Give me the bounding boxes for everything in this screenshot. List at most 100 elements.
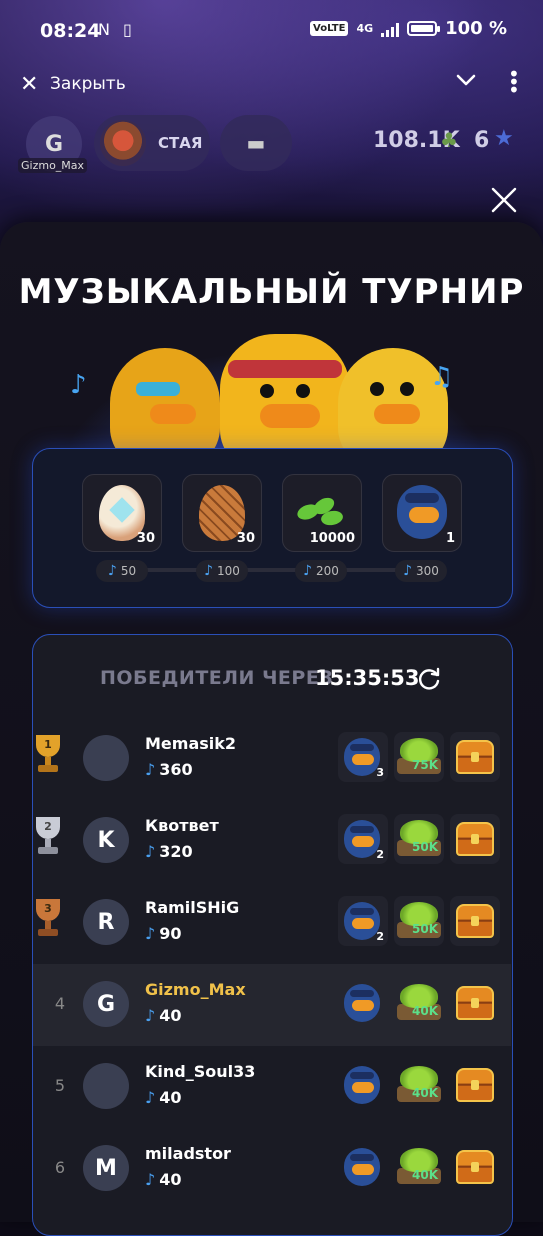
wallet-icon: ▬: [246, 131, 266, 155]
duck-character-icon: [344, 902, 380, 940]
treasure-chest-icon: [456, 904, 494, 938]
player-score: ♪ 360: [145, 760, 193, 779]
leaderboard-row[interactable]: 5 Kind_Soul33 ♪ 40 40K: [0, 1046, 543, 1128]
rank-number: 6: [54, 1158, 66, 1177]
treasure-chest-icon: [456, 1068, 494, 1102]
close-button-label[interactable]: Закрыть: [50, 74, 126, 94]
music-note-icon: ♪: [145, 1088, 156, 1107]
avatar: G: [83, 981, 129, 1027]
reward-chest: [450, 1142, 500, 1192]
player-name: Кв​ответ: [145, 816, 219, 835]
profile-username: Gizmo_Max: [18, 158, 88, 173]
leaderboard-row[interactable]: 1 Memasik2 ♪ 360 3 75K: [0, 718, 543, 800]
music-note-icon: ♪: [107, 563, 117, 579]
treasure-chest-icon: [456, 740, 494, 774]
tier-threshold: ♪ 300: [395, 560, 447, 582]
reward-duck: 2: [338, 896, 388, 946]
tier-reward-box[interactable]: 1: [382, 474, 462, 552]
chevron-down-icon[interactable]: [454, 68, 478, 92]
treasure-chest-icon: [456, 1150, 494, 1184]
reward-duck: 2: [338, 814, 388, 864]
reward-chest: [450, 896, 500, 946]
gold-cup-icon: 1: [28, 735, 68, 779]
reward-seeds: 40K: [394, 1060, 444, 1110]
tournament-title: МУЗЫКАЛЬНЫЙ ТУРНИР: [18, 272, 525, 312]
reward-seeds: 40K: [394, 978, 444, 1028]
reward-duck: 3: [338, 732, 388, 782]
star-icon: ★: [494, 126, 514, 151]
music-note-icon: ♪: [145, 1170, 156, 1189]
pack-emblem-icon: [100, 120, 146, 166]
music-note-icon: ♪: [145, 1006, 156, 1025]
avatar: R: [83, 899, 129, 945]
refresh-icon[interactable]: [416, 666, 442, 692]
tier-progress-track: [118, 568, 428, 572]
player-name: Memasik2: [145, 734, 237, 753]
silver-cup-icon: 2: [28, 817, 68, 861]
music-note-icon: ♪: [145, 842, 156, 861]
close-icon[interactable]: ✕: [20, 72, 38, 97]
player-name: miladstor: [145, 1144, 231, 1163]
duck-character-icon: [344, 820, 380, 858]
close-panel-icon[interactable]: [490, 186, 518, 214]
duck-character-icon: [344, 738, 380, 776]
leaderboard-row-content: 4 G Gizmo_Max ♪ 40 40K: [0, 964, 543, 1046]
avatar: M: [83, 1145, 129, 1191]
leaderboard-row[interactable]: 2 K Кв​ответ ♪ 320 2 50K: [0, 800, 543, 882]
reward-seeds: 75K: [394, 732, 444, 782]
mini-app-topbar: ✕ Закрыть • • •: [0, 62, 543, 106]
treasure-chest-icon: [456, 822, 494, 856]
reward-duck: [338, 1060, 388, 1110]
signal-icon: [381, 21, 400, 37]
more-menu-icon[interactable]: • • •: [508, 64, 520, 100]
reward-seeds: 50K: [394, 814, 444, 864]
avatar-letter: G: [44, 131, 64, 157]
tier-threshold: ♪ 100: [196, 560, 248, 582]
tier-reward-box[interactable]: 30: [182, 474, 262, 552]
reward-duck: [338, 978, 388, 1028]
rank-number: 5: [54, 1076, 66, 1095]
bronze-cup-icon: 3: [28, 899, 68, 943]
treasure-chest-icon: [456, 986, 494, 1020]
reward-duck: [338, 1142, 388, 1192]
leaderboard-row[interactable]: 6 M miladstor ♪ 40 40K: [0, 1128, 543, 1210]
player-score: ♪ 40: [145, 1006, 182, 1025]
tier-qty: 10000: [309, 531, 355, 546]
music-note-icon: ♪: [145, 760, 156, 779]
reward-chest: [450, 814, 500, 864]
music-note-icon: ♪: [303, 563, 313, 579]
tier-qty: 30: [236, 531, 255, 546]
status-left-icons: N ▯: [98, 20, 136, 39]
tier-reward-box[interactable]: 30: [82, 474, 162, 552]
seed-currency-icon: ♣: [440, 128, 458, 152]
wallet-button[interactable]: ▬: [220, 115, 292, 171]
hero-ducks-illustration: ♪ ♫: [70, 330, 480, 448]
player-name: RamilSHiG: [145, 898, 240, 917]
tier-reward-box[interactable]: 10000: [282, 474, 362, 552]
rank-number: 4: [54, 994, 66, 1013]
avatar: [83, 735, 129, 781]
duck-character-icon: [397, 485, 447, 539]
stars-value: 6: [474, 128, 490, 153]
player-score: ♪ 40: [145, 1088, 182, 1107]
duck-character-icon: [344, 1066, 380, 1104]
player-score: ♪ 90: [145, 924, 182, 943]
player-name: Gizmo_Max: [145, 980, 246, 999]
pack-label: СТАЯ: [158, 134, 203, 152]
music-note-icon: ♪: [70, 370, 87, 400]
duck-rocker-image: [220, 334, 350, 448]
leaderboard-row[interactable]: 3 R RamilSHiG ♪ 90 2 50K: [0, 882, 543, 964]
reward-chest: [450, 1060, 500, 1110]
music-note-icon: ♫: [430, 362, 454, 392]
tier-qty: 1: [445, 531, 455, 546]
reward-seeds: 40K: [394, 1142, 444, 1192]
duck-character-icon: [344, 1148, 380, 1186]
winners-label: ПОБЕДИТЕЛИ ЧЕРЕЗ: [100, 667, 334, 689]
network-type: 4G: [356, 21, 374, 35]
pack-button[interactable]: СТАЯ: [94, 115, 210, 171]
music-note-icon: ♪: [145, 924, 156, 943]
status-right: VoLTE 4G 100 %: [310, 18, 507, 39]
tier-threshold: ♪ 200: [295, 560, 347, 582]
volte-icon: VoLTE: [310, 21, 349, 36]
avatar: [83, 1063, 129, 1109]
